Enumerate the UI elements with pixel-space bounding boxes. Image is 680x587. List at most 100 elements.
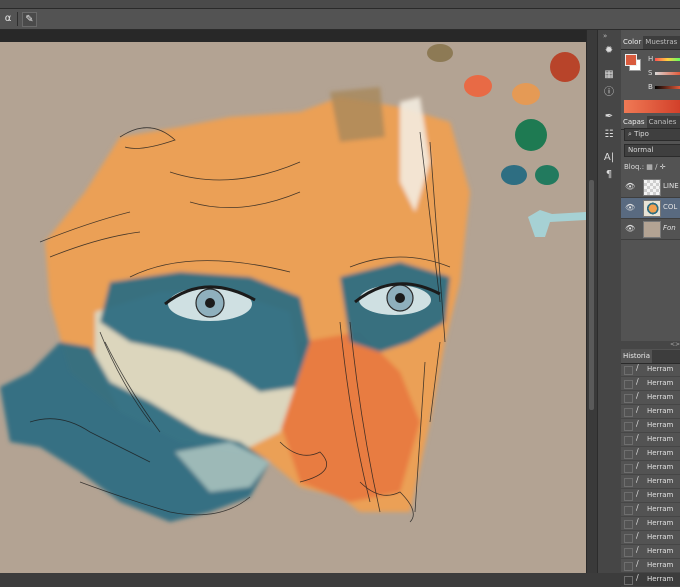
history-item[interactable]: ∕ Herram: [621, 419, 680, 433]
history-item-label: Herram: [647, 393, 674, 401]
foreground-color-swatch[interactable]: [625, 54, 637, 66]
lock-row: Bloq.: ▦ ∕ ✛: [624, 163, 666, 171]
layer-thumbnail: [643, 200, 661, 217]
brightness-slider[interactable]: [655, 86, 680, 89]
brush-preset-icon[interactable]: α: [0, 11, 16, 27]
brush-icon: ∕: [636, 475, 639, 484]
layer-name: Fon: [663, 224, 676, 232]
layer-filter-select[interactable]: ⌕ Tipo: [624, 128, 680, 141]
brush-icon: ∕: [636, 433, 639, 442]
history-item[interactable]: ∕ Herram: [621, 489, 680, 503]
lock-icons[interactable]: ▦ ∕ ✛: [646, 163, 665, 171]
snapshot-checkbox[interactable]: [624, 534, 633, 543]
brush-icon: ∕: [636, 517, 639, 526]
brush-pressure-icon[interactable]: ✎: [22, 12, 37, 27]
tab-history[interactable]: Historia: [621, 350, 652, 363]
layer-row-background[interactable]: 👁 Fon: [621, 219, 680, 240]
tab-swatches[interactable]: Muestras: [643, 36, 679, 49]
swatch-blob: [464, 75, 492, 97]
snapshot-checkbox[interactable]: [624, 478, 633, 487]
adjustments-icon[interactable]: ☷: [601, 128, 617, 142]
history-item-label: Herram: [647, 435, 674, 443]
info-icon[interactable]: ⓘ: [601, 86, 617, 100]
history-item-label: Herram: [647, 463, 674, 471]
hue-slider[interactable]: [655, 58, 680, 61]
brush-icon: ∕: [636, 391, 639, 400]
hue-label: H: [648, 55, 654, 63]
swatch-blob: [512, 83, 540, 105]
swatches-icon[interactable]: ▦: [601, 68, 617, 82]
history-item-label: Herram: [647, 491, 674, 499]
brush-icon: ∕: [636, 377, 639, 386]
snapshot-checkbox[interactable]: [624, 450, 633, 459]
history-item[interactable]: ∕ Herram: [621, 545, 680, 559]
search-icon: ⌕: [628, 130, 632, 138]
history-item[interactable]: ∕ Herram: [621, 517, 680, 531]
history-item[interactable]: ∕ Herram: [621, 405, 680, 419]
snapshot-checkbox[interactable]: [624, 464, 633, 473]
snapshot-checkbox[interactable]: [624, 548, 633, 557]
swatch-blob: [515, 119, 547, 151]
brush-icon: ∕: [636, 461, 639, 470]
snapshot-checkbox[interactable]: [624, 520, 633, 529]
collapse-panels-icon[interactable]: »: [603, 32, 607, 40]
color-panel-tabs: Color Muestras: [621, 36, 680, 50]
character-icon[interactable]: A|: [601, 151, 617, 165]
tab-color[interactable]: Color: [621, 36, 644, 49]
swatch-blob: [501, 165, 527, 185]
history-item-label: Herram: [647, 449, 674, 457]
history-collapse-icon[interactable]: <>: [621, 341, 680, 349]
snapshot-checkbox[interactable]: [624, 506, 633, 515]
visibility-eye-icon[interactable]: 👁: [625, 224, 635, 233]
history-item[interactable]: ∕ Herram: [621, 503, 680, 517]
history-item-label: Herram: [647, 519, 674, 527]
snapshot-checkbox[interactable]: [624, 562, 633, 571]
snapshot-checkbox[interactable]: [624, 492, 633, 501]
color-ramp[interactable]: [624, 100, 680, 113]
brush-icon: ∕: [636, 573, 639, 582]
right-panels: Color Muestras H S B Capas Canales ⌕ Tipo …: [621, 30, 680, 587]
layer-name: LINE: [663, 182, 679, 190]
filter-label: Tipo: [634, 130, 649, 138]
history-item-label: Herram: [647, 547, 674, 555]
history-item[interactable]: ∕ Herram: [621, 433, 680, 447]
painting-canvas[interactable]: [0, 42, 586, 573]
layer-row-line[interactable]: 👁 LINE: [621, 177, 680, 198]
snapshot-checkbox[interactable]: [624, 380, 633, 389]
history-item[interactable]: ∕ Herram: [621, 447, 680, 461]
history-item[interactable]: ∕ Herram: [621, 377, 680, 391]
history-item-label: Herram: [647, 533, 674, 541]
history-item-label: Herram: [647, 407, 674, 415]
brush-presets-icon[interactable]: ✒: [601, 110, 617, 124]
snapshot-checkbox[interactable]: [624, 576, 633, 585]
panel-icon-strip: » ✹ ▦ ⓘ ✒ ☷ A| ¶: [597, 30, 622, 573]
visibility-eye-icon[interactable]: 👁: [625, 203, 635, 212]
brush-icon: ∕: [636, 419, 639, 428]
snapshot-checkbox[interactable]: [624, 408, 633, 417]
scrollbar-thumb[interactable]: [589, 180, 594, 410]
history-item[interactable]: ∕ Herram: [621, 531, 680, 545]
history-item-label: Herram: [647, 505, 674, 513]
layer-row-color[interactable]: 👁 COL: [621, 198, 680, 219]
history-item[interactable]: ∕ Herram: [621, 391, 680, 405]
history-item[interactable]: ∕ Herram: [621, 363, 680, 377]
history-panel-tabs: Historia: [621, 350, 680, 364]
snapshot-checkbox[interactable]: [624, 436, 633, 445]
snapshot-checkbox[interactable]: [624, 422, 633, 431]
brush-icon: ∕: [636, 503, 639, 512]
snapshot-checkbox[interactable]: [624, 394, 633, 403]
history-item-label: Herram: [647, 365, 674, 373]
history-item[interactable]: ∕ Herram: [621, 573, 680, 587]
visibility-eye-icon[interactable]: 👁: [625, 182, 635, 191]
paragraph-icon[interactable]: ¶: [601, 168, 617, 182]
color-wheel-icon[interactable]: ✹: [601, 44, 617, 58]
history-item[interactable]: ∕ Herram: [621, 559, 680, 573]
history-item-label: Herram: [647, 575, 674, 583]
history-item[interactable]: ∕ Herram: [621, 461, 680, 475]
swatch-blob: [550, 52, 580, 82]
blend-mode-select[interactable]: Normal: [624, 144, 680, 157]
history-item[interactable]: ∕ Herram: [621, 475, 680, 489]
canvas-vertical-scrollbar[interactable]: [586, 30, 597, 573]
saturation-slider[interactable]: [655, 72, 680, 75]
snapshot-checkbox[interactable]: [624, 366, 633, 375]
